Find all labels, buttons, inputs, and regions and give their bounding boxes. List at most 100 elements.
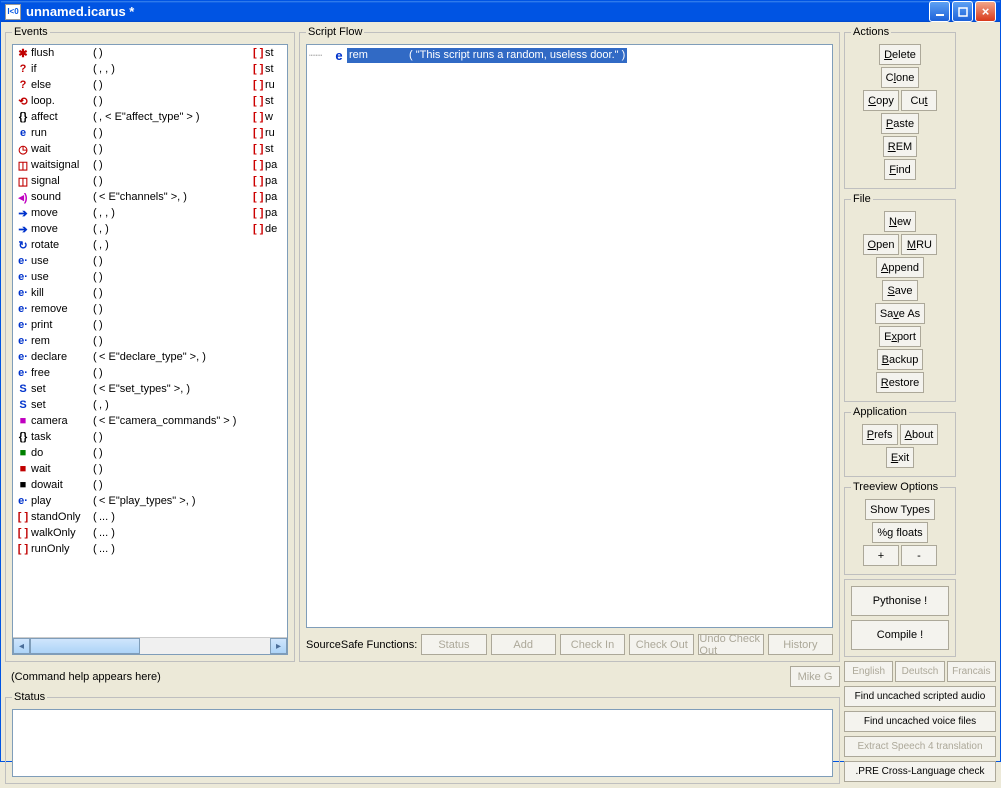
ssf-undo-button[interactable]: Undo Check Out (698, 634, 763, 655)
exit-button[interactable]: Exit (886, 447, 914, 468)
ssf-history-button[interactable]: History (768, 634, 833, 655)
flow-cmd: rem (349, 49, 409, 61)
event-type-icon: ➔ (15, 223, 31, 236)
event-row[interactable]: ■camera( < E"camera_commands" > ) (13, 413, 287, 429)
event-row[interactable]: ◷wait( )[ ]st (13, 141, 287, 157)
event-row[interactable]: e·use( ) (13, 269, 287, 285)
bracket-icon: [ ] (253, 63, 265, 75)
event-row[interactable]: ■dowait( ) (13, 477, 287, 493)
flow-item[interactable]: ┈┈ e rem ( "This script runs a random, u… (309, 47, 830, 63)
event-name: free (31, 367, 93, 379)
event-row[interactable]: e·use( ) (13, 253, 287, 269)
prefs-button[interactable]: Prefs (862, 424, 898, 445)
events-hscroll[interactable]: ◂ ▸ (13, 637, 287, 654)
event-type-icon: e· (15, 367, 31, 379)
event-type-icon: ■ (15, 447, 31, 459)
event-row[interactable]: [ ]standOnly( ... ) (13, 509, 287, 525)
save-button[interactable]: Save (882, 280, 917, 301)
minimize-button[interactable] (929, 1, 950, 22)
event-type-icon: ? (15, 63, 31, 75)
tree-minus-button[interactable]: - (901, 545, 937, 566)
clone-button[interactable]: Clone (881, 67, 920, 88)
about-button[interactable]: About (900, 424, 939, 445)
showtypes-button[interactable]: Show Types (865, 499, 935, 520)
open-button[interactable]: Open (863, 234, 900, 255)
events-panel: Events ✱flush( )[ ]st?if( , , )[ ]st?els… (5, 26, 295, 662)
event-row[interactable]: [ ]walkOnly( ... ) (13, 525, 287, 541)
find-uncached-audio-button[interactable]: Find uncached scripted audio (844, 686, 996, 707)
event-row[interactable]: e·kill( ) (13, 285, 287, 301)
event-row[interactable]: ✱flush( )[ ]st (13, 45, 287, 61)
events-list[interactable]: ✱flush( )[ ]st?if( , , )[ ]st?else( )[ ]… (12, 44, 288, 655)
event-type-icon: ? (15, 79, 31, 91)
mikeg-button[interactable]: Mike G (790, 666, 840, 687)
maximize-button[interactable] (952, 1, 973, 22)
titlebar[interactable]: I<0 unnamed.icarus * × (1, 1, 1000, 22)
file-legend: File (851, 193, 873, 205)
event-name: standOnly (31, 511, 93, 523)
extract-speech-button[interactable]: Extract Speech 4 translation (844, 736, 996, 757)
lang-francais-button[interactable]: Francais (947, 661, 996, 682)
event-row[interactable]: ➔move( , , )[ ]pa (13, 205, 287, 221)
scroll-left-icon[interactable]: ◂ (13, 638, 30, 654)
tree-plus-button[interactable]: + (863, 545, 899, 566)
event-row[interactable]: ➔move( , )[ ]de (13, 221, 287, 237)
event-row[interactable]: ⟲loop.( )[ ]st (13, 93, 287, 109)
event-row[interactable]: {}task( ) (13, 429, 287, 445)
event-row[interactable]: ■do( ) (13, 445, 287, 461)
scroll-thumb[interactable] (30, 638, 140, 654)
event-name: set (31, 383, 93, 395)
event-row[interactable]: e·free( ) (13, 365, 287, 381)
compile-button[interactable]: Compile ! (851, 620, 949, 650)
rem-button[interactable]: REM (883, 136, 917, 157)
close-button[interactable]: × (975, 1, 996, 22)
bracket-icon: [ ] (253, 111, 265, 123)
pre-crosslang-button[interactable]: .PRE Cross-Language check (844, 761, 996, 782)
paste-button[interactable]: Paste (881, 113, 919, 134)
event-type-icon: ➔ (15, 207, 31, 220)
ssf-checkout-button[interactable]: Check Out (629, 634, 694, 655)
export-button[interactable]: Export (879, 326, 921, 347)
event-row[interactable]: e·remove( ) (13, 301, 287, 317)
backup-button[interactable]: Backup (877, 349, 924, 370)
event-row[interactable]: erun( )[ ]ru (13, 125, 287, 141)
event-row[interactable]: e·rem( ) (13, 333, 287, 349)
event-signature: , , ) (99, 207, 253, 219)
saveas-button[interactable]: Save As (875, 303, 925, 324)
event-row[interactable]: {}affect( , < E"affect_type" > )[ ]w (13, 109, 287, 125)
event-row[interactable]: e·print( ) (13, 317, 287, 333)
find-uncached-voice-button[interactable]: Find uncached voice files (844, 711, 996, 732)
new-button[interactable]: New (884, 211, 916, 232)
event-row[interactable]: [ ]runOnly( ... ) (13, 541, 287, 557)
lang-english-button[interactable]: English (844, 661, 893, 682)
event-row[interactable]: e·play( < E"play_types" >, ) (13, 493, 287, 509)
ssf-status-button[interactable]: Status (421, 634, 486, 655)
event-row[interactable]: ◫waitsignal( )[ ]pa (13, 157, 287, 173)
restore-button[interactable]: Restore (876, 372, 925, 393)
pythonise-button[interactable]: Pythonise ! (851, 586, 949, 616)
find-button[interactable]: Find (884, 159, 915, 180)
bracket-icon: [ ] (253, 191, 265, 203)
event-row[interactable]: ◫signal( )[ ]pa (13, 173, 287, 189)
delete-button[interactable]: Delete (879, 44, 921, 65)
mru-button[interactable]: MRU (901, 234, 937, 255)
event-row[interactable]: ?else( )[ ]ru (13, 77, 287, 93)
event-row[interactable]: ◂)sound( < E"channels" >, )[ ]pa (13, 189, 287, 205)
gfloats-button[interactable]: %g floats (872, 522, 927, 543)
event-row[interactable]: e·declare( < E"declare_type" >, ) (13, 349, 287, 365)
copy-button[interactable]: Copy (863, 90, 899, 111)
lang-deutsch-button[interactable]: Deutsch (895, 661, 944, 682)
event-row[interactable]: Sset( < E"set_types" >, ) (13, 381, 287, 397)
event-type-icon: e· (15, 495, 31, 507)
ssf-checkin-button[interactable]: Check In (560, 634, 625, 655)
event-type-icon: e· (15, 303, 31, 315)
event-row[interactable]: Sset( , ) (13, 397, 287, 413)
ssf-add-button[interactable]: Add (491, 634, 556, 655)
event-row[interactable]: ↻rotate( , ) (13, 237, 287, 253)
event-row[interactable]: ?if( , , )[ ]st (13, 61, 287, 77)
append-button[interactable]: Append (876, 257, 924, 278)
event-row[interactable]: ■wait( ) (13, 461, 287, 477)
cut-button[interactable]: Cut (901, 90, 937, 111)
scroll-right-icon[interactable]: ▸ (270, 638, 287, 654)
flow-area[interactable]: ┈┈ e rem ( "This script runs a random, u… (306, 44, 833, 628)
